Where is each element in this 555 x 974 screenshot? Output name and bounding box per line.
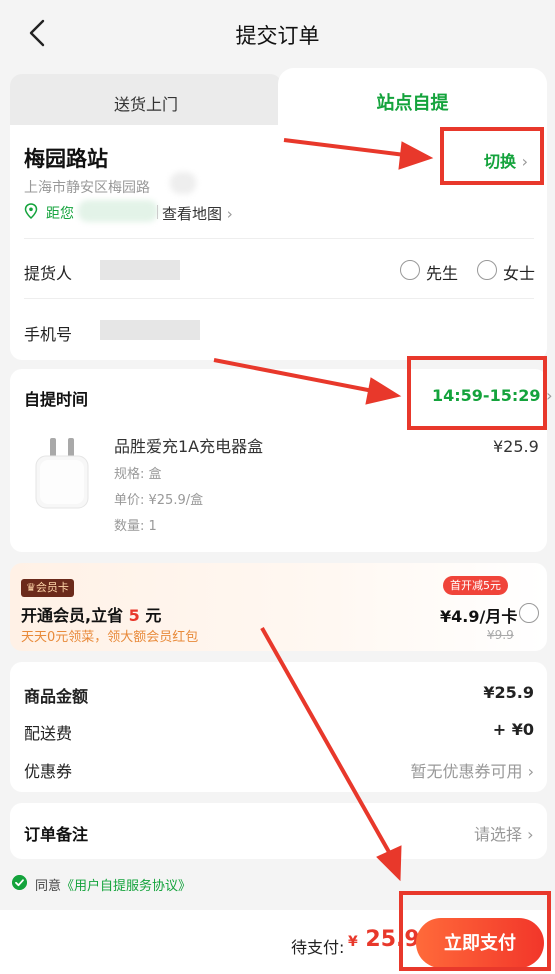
pickup-person-input[interactable]: [100, 260, 180, 280]
tab-station-pickup-label[interactable]: 站点自提: [278, 89, 547, 115]
coupon-selector[interactable]: 暂无优惠券可用 ›: [370, 758, 534, 782]
product-image: [35, 438, 89, 509]
divider-vertical: [157, 205, 158, 219]
page-title: 提交订单: [235, 24, 320, 48]
title-radio-ms[interactable]: [477, 260, 497, 280]
view-map-link[interactable]: 查看地图 ›: [162, 203, 233, 224]
title-option-mr[interactable]: 先生: [426, 260, 458, 284]
member-price: ¥4.9/月卡: [440, 607, 518, 626]
agreement-text: 同意《用户自提服务协议》: [35, 879, 192, 894]
promo-tag: 首开减5元: [443, 576, 508, 595]
check-circle-icon[interactable]: [12, 875, 27, 890]
station-name: 梅园路站: [24, 147, 108, 171]
product-spec: 规格: 盒: [114, 467, 162, 482]
divider: [24, 298, 534, 299]
annotation-box-pay: [399, 891, 551, 971]
member-original-price: ¥9.9: [487, 628, 514, 642]
member-badge: ♛会员卡: [21, 579, 74, 597]
delivery-fee-value: + ¥0: [492, 720, 534, 739]
crown-icon: ♛: [26, 581, 36, 594]
product-unit-price: 单价: ¥25.9/盒: [114, 493, 204, 508]
location-pin-icon: [24, 203, 38, 219]
delivery-fee-label: 配送费: [24, 724, 73, 743]
product-quantity: 数量: 1: [114, 519, 157, 534]
order-notes-label: 订单备注: [24, 825, 89, 844]
title-option-ms[interactable]: 女士: [503, 260, 535, 284]
address-redaction: [170, 172, 196, 194]
divider: [24, 238, 534, 239]
distance-redaction: [78, 200, 158, 222]
pickup-time-label: 自提时间: [24, 390, 89, 409]
agreement-link[interactable]: 《用户自提服务协议》: [61, 879, 191, 894]
tab-home-delivery-label[interactable]: 送货上门: [10, 91, 282, 115]
distance-label: 距您: [46, 206, 74, 222]
phone-input[interactable]: [100, 320, 200, 340]
station-address: 上海市静安区梅园路: [24, 180, 150, 196]
product-name: 品胜爱充1A充电器盒: [114, 437, 264, 456]
annotation-box-switch: [440, 127, 544, 185]
member-radio[interactable]: [519, 603, 539, 623]
goods-amount-value: ¥25.9: [483, 683, 534, 702]
member-subtitle: 天天0元领菜，领大额会员红包: [21, 630, 199, 645]
notes-card[interactable]: [10, 803, 547, 859]
annotation-box-time: [407, 356, 547, 430]
pickup-person-label: 提货人: [24, 264, 73, 283]
member-title: 开通会员,立省 5 元: [21, 606, 162, 625]
title-radio-mr[interactable]: [400, 260, 420, 280]
order-notes-selector[interactable]: 请选择 ›: [474, 821, 534, 845]
phone-label: 手机号: [24, 325, 73, 344]
product-price: ¥25.9: [493, 437, 539, 456]
coupon-label: 优惠券: [24, 762, 73, 781]
goods-amount-label: 商品金额: [24, 687, 89, 706]
pay-label: 待支付:: [291, 938, 345, 957]
